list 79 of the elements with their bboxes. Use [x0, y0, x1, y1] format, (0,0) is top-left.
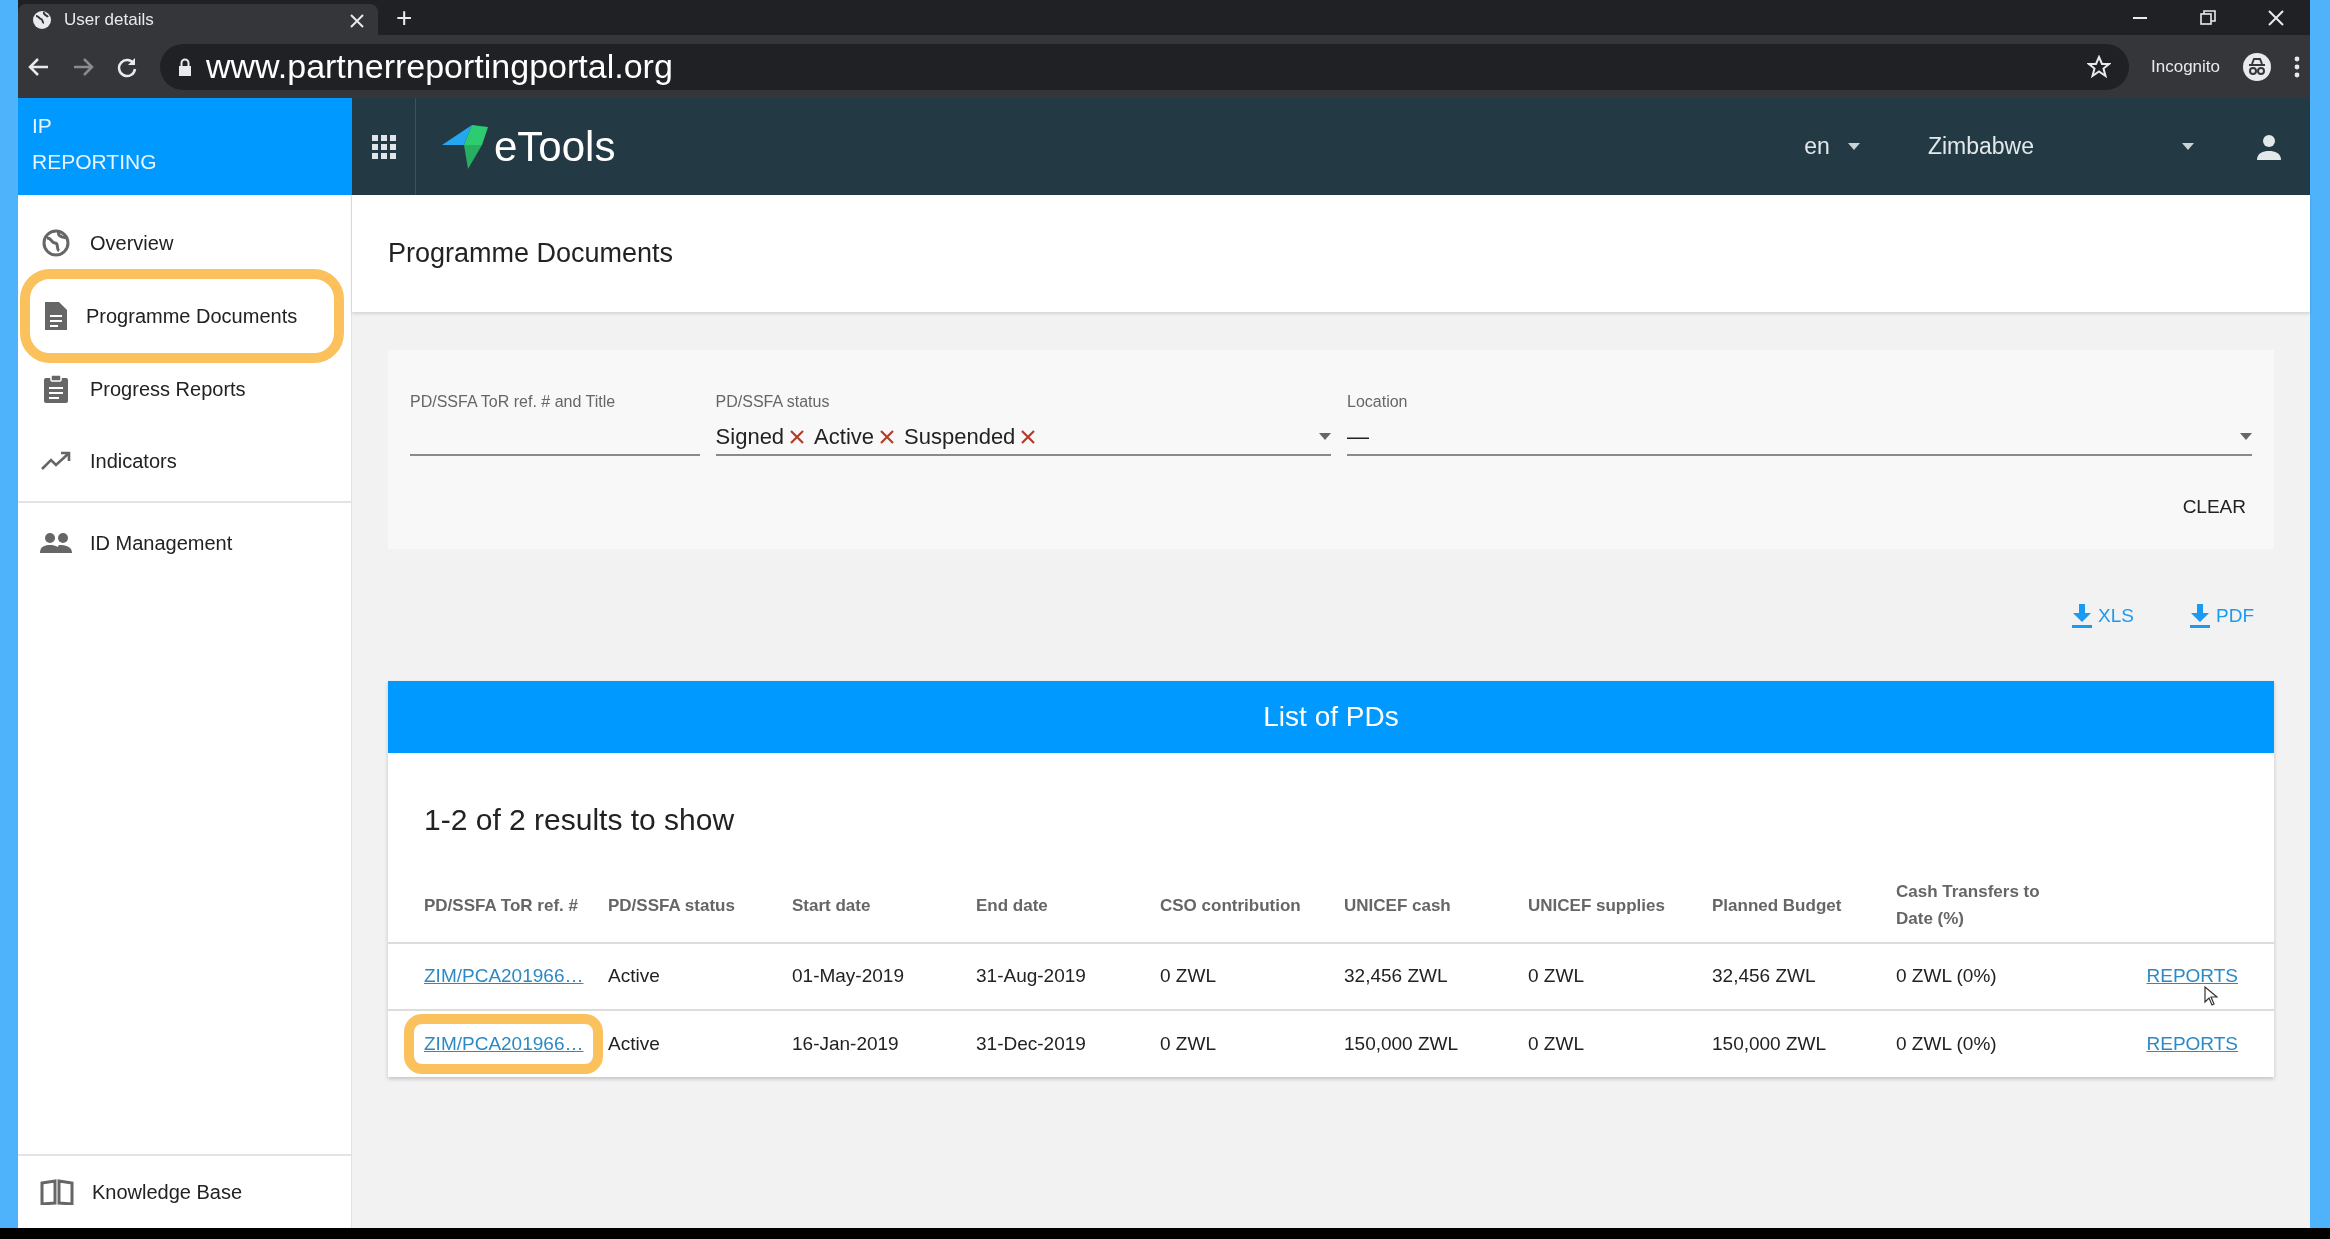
table-cell: 31-Aug-2019	[968, 943, 1152, 1010]
trend-icon	[40, 451, 72, 471]
table-cell: 0 ZWL	[1520, 943, 1704, 1010]
language-dropdown[interactable]: en	[1798, 128, 1866, 165]
column-header: Planned Budget	[1704, 868, 1888, 943]
reports-link[interactable]: REPORTS	[2146, 965, 2238, 987]
table-cell: 01-May-2019	[784, 943, 968, 1010]
reports-link[interactable]: REPORTS	[2146, 1032, 2238, 1054]
back-button[interactable]	[28, 55, 50, 78]
sidebar-item[interactable]: Overview	[18, 207, 351, 279]
document-link[interactable]: ZIM/PCA201966…	[424, 965, 584, 987]
caret-icon	[1847, 143, 1860, 150]
caret-icon	[1319, 432, 1331, 440]
menu-button[interactable]	[2294, 55, 2300, 78]
location-select[interactable]: —	[1347, 418, 2252, 456]
table-cell: 31-Dec-2019	[968, 1010, 1152, 1077]
sidebar-item[interactable]: Progress Reports	[18, 353, 351, 425]
column-header: CSO contribution	[1152, 868, 1336, 943]
caret-icon	[2240, 432, 2252, 440]
restore-icon	[2200, 9, 2216, 26]
sidebar-item[interactable]: ID Management	[18, 507, 351, 579]
page-title: Programme Documents	[388, 237, 674, 270]
table-cell: 0 ZWL (0%)	[1888, 1010, 2072, 1077]
table-cell: Active	[600, 1010, 784, 1077]
cursor-icon	[2204, 986, 2218, 1006]
logo-text: eTools	[494, 122, 616, 172]
download-icon	[2190, 603, 2210, 628]
table-cell: 150,000 ZWL	[1336, 1010, 1520, 1077]
document-link[interactable]: ZIM/PCA201966…	[424, 1032, 584, 1054]
globe-icon	[40, 229, 72, 257]
country-dropdown[interactable]: Zimbabwe	[1921, 128, 2200, 165]
table-cell: 0 ZWL (0%)	[1888, 943, 2072, 1010]
download-icon	[2072, 603, 2093, 628]
incognito-icon[interactable]	[2242, 51, 2272, 82]
column-header: Start date	[784, 868, 968, 943]
chip-label: Suspended	[904, 422, 1016, 451]
star-icon[interactable]	[2087, 54, 2111, 79]
table-cell: 0 ZWL	[1152, 943, 1336, 1010]
chip-label: Active	[814, 422, 875, 451]
table-cell: 0 ZWL	[1520, 1010, 1704, 1077]
column-header: End date	[968, 868, 1152, 943]
address-bar[interactable]: www.partnerreportingportal.org	[160, 43, 2129, 90]
globe-icon	[32, 9, 52, 30]
user-icon[interactable]	[2256, 133, 2282, 160]
table-cell: Active	[600, 943, 784, 1010]
clear-button[interactable]: CLEAR	[2176, 492, 2252, 523]
table-cell: 150,000 ZWL	[1704, 1010, 1888, 1077]
table-cell: 32,456 ZWL	[1336, 943, 1520, 1010]
browser-tab[interactable]: User details	[18, 4, 378, 35]
field-label: PD/SSFA ToR ref. # and Title	[410, 392, 617, 412]
field-label: PD/SSFA status	[715, 392, 831, 412]
column-header: PD/SSFA ToR ref. #	[388, 868, 600, 943]
close-icon	[2268, 9, 2284, 26]
caret-icon	[2182, 143, 2194, 150]
field-label: Location	[1347, 392, 1409, 412]
apps-grid-icon[interactable]	[371, 134, 396, 159]
profile-label: Incognito	[2151, 55, 2220, 78]
forward-button[interactable]	[72, 55, 94, 78]
app-brand: IP REPORTING	[18, 98, 352, 195]
chip-label: Signed	[715, 422, 785, 451]
logo-icon	[442, 124, 488, 169]
book-icon	[40, 1179, 74, 1205]
list-title: List of PDs	[388, 681, 2274, 753]
column-header: PD/SSFA status	[600, 868, 784, 943]
tab-title: User details	[64, 8, 155, 31]
column-header: UNICEF supplies	[1520, 868, 1704, 943]
results-count: 1-2 of 2 results to show	[423, 802, 736, 838]
lock-icon	[178, 57, 192, 76]
table-cell: 32,456 ZWL	[1704, 943, 1888, 1010]
new-tab-button[interactable]: +	[378, 0, 431, 35]
status-select[interactable]: Signed Active Suspended	[715, 418, 1331, 456]
table-cell: 0 ZWL	[1152, 1010, 1336, 1077]
people-icon	[40, 533, 72, 553]
column-header: Cash Transfers to Date (%)	[1888, 868, 2072, 943]
column-header: UNICEF cash	[1336, 868, 1520, 943]
sidebar-item[interactable]: Knowledge Base	[18, 1156, 351, 1228]
table-cell: 16-Jan-2019	[784, 1010, 968, 1077]
minimize-icon	[2132, 16, 2148, 19]
sidebar-item[interactable]: Indicators	[18, 425, 351, 497]
